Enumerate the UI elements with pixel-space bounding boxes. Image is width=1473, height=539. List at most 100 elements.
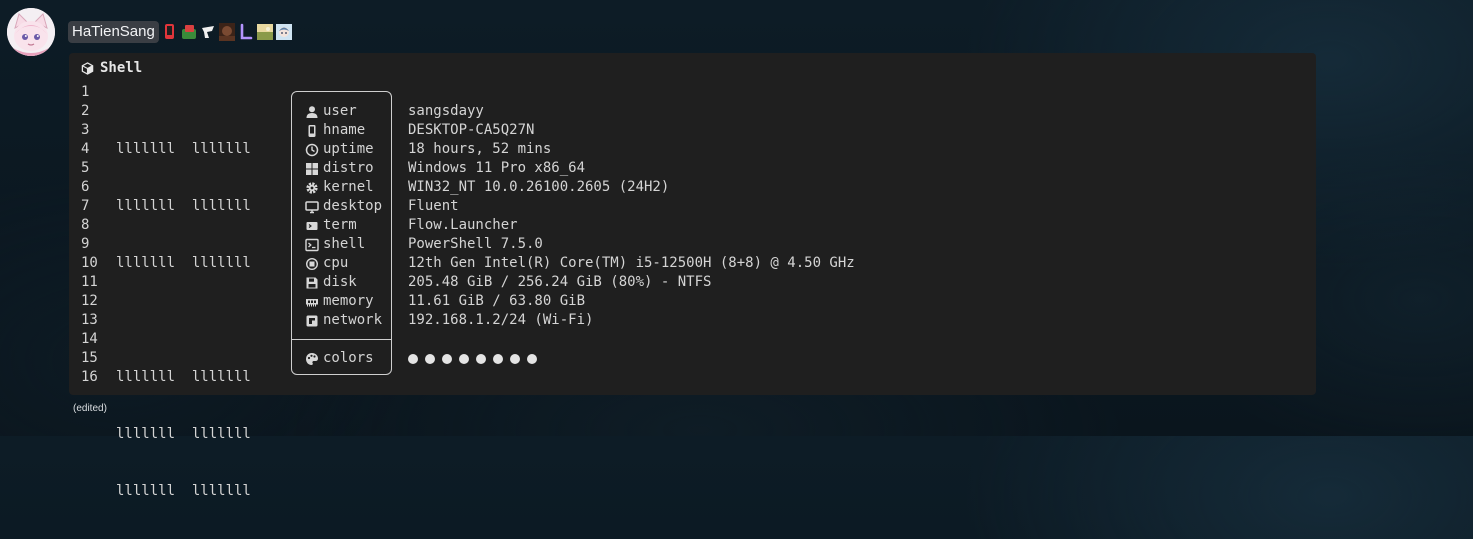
color-dot — [476, 353, 486, 364]
color-dot — [459, 353, 469, 364]
line-number: 11 — [81, 274, 98, 290]
info-value-shell: PowerShell 7.5.0 — [408, 236, 543, 252]
anime-face-badge-icon[interactable] — [275, 23, 292, 41]
logo-line: lllllll lllllll — [116, 141, 251, 157]
terminal-icon — [306, 221, 318, 230]
line-numbers: 1 2 3 4 5 6 7 8 9 10 11 12 13 14 15 16 — [81, 83, 98, 387]
purple-l-badge-icon[interactable] — [238, 23, 254, 41]
gear-icon — [306, 181, 318, 194]
logo-line: lllllll lllllll — [116, 483, 251, 499]
green-red-badge-icon[interactable] — [181, 23, 197, 41]
info-key-uptime: uptime — [305, 140, 382, 159]
logo-line — [116, 311, 251, 330]
line-number: 14 — [81, 331, 98, 347]
red-phone-badge-icon[interactable] — [162, 23, 178, 41]
memory-chip-icon — [306, 298, 318, 306]
info-key-label: network — [323, 312, 383, 328]
ascii-logo: lllllll lllllll lllllll lllllll lllllll … — [116, 102, 251, 539]
floppy-disk-icon — [306, 277, 318, 288]
info-value-desktop: Fluent — [408, 198, 459, 214]
info-key-label: shell — [323, 236, 366, 252]
info-key-hname: hname — [305, 121, 382, 140]
info-values: sangsdayy DESKTOP-CA5Q27N 18 hours, 52 m… — [408, 102, 855, 368]
info-key-memory: memory — [305, 292, 382, 311]
cube-icon — [81, 61, 94, 75]
line-number: 3 — [81, 122, 90, 138]
info-key-label: colors — [323, 350, 374, 366]
info-key-network: network — [305, 311, 382, 330]
info-value-network: 192.168.1.2/24 (Wi-Fi) — [408, 312, 594, 328]
monitor-icon — [305, 200, 319, 213]
user-icon — [306, 105, 318, 118]
info-key-label: cpu — [323, 255, 349, 271]
info-value-spacer — [408, 330, 855, 349]
info-key-desktop: desktop — [305, 197, 382, 216]
phone-icon — [308, 124, 316, 137]
info-key-label: desktop — [323, 198, 383, 214]
info-value-uptime: 18 hours, 52 mins — [408, 141, 552, 157]
clock-icon — [305, 143, 319, 156]
info-key-label: user — [323, 103, 357, 119]
logo-line: lllllll lllllll — [116, 369, 251, 385]
color-dot — [527, 353, 537, 364]
cat-girl-avatar-icon — [7, 8, 55, 56]
info-keys: user hname uptime distro kernel desktop … — [305, 102, 382, 368]
message-header: HaTienSang — [68, 20, 292, 44]
line-number: 5 — [81, 160, 90, 176]
line-number: 13 — [81, 312, 98, 328]
info-key-label: distro — [323, 160, 374, 176]
landscape-badge-icon[interactable] — [256, 23, 273, 41]
code-block[interactable]: Shell 1 2 3 4 5 6 7 8 9 10 11 12 13 14 1… — [69, 53, 1316, 499]
color-dot — [442, 353, 452, 364]
info-key-disk: disk — [305, 273, 382, 292]
line-number: 15 — [81, 350, 98, 366]
info-key-label: hname — [323, 122, 366, 138]
info-value-disk: 205.48 GiB / 256.24 GiB (80%) - NTFS — [408, 274, 712, 290]
color-dots — [408, 349, 855, 368]
info-key-kernel: kernel — [305, 178, 382, 197]
line-number: 7 — [81, 198, 90, 214]
line-number: 6 — [81, 179, 90, 195]
logo-line: lllllll lllllll — [116, 198, 251, 214]
code-language-header: Shell — [81, 60, 142, 76]
info-key-distro: distro — [305, 159, 382, 178]
info-key-colors: colors — [305, 349, 382, 368]
info-value-term: Flow.Launcher — [408, 217, 518, 233]
info-value-memory: 11.61 GiB / 63.80 GiB — [408, 293, 586, 309]
info-value-kernel: WIN32_NT 10.0.26100.2605 (24H2) — [408, 179, 670, 195]
info-key-cpu: cpu — [305, 254, 382, 273]
info-key-label: memory — [323, 293, 374, 309]
line-number: 4 — [81, 141, 90, 157]
cpu-icon — [305, 257, 319, 270]
info-key-spacer — [305, 330, 382, 349]
username[interactable]: HaTienSang — [68, 21, 159, 43]
color-dot — [425, 353, 435, 364]
line-number: 12 — [81, 293, 98, 309]
logo-line: lllllll lllllll — [116, 426, 251, 442]
line-number: 1 — [81, 84, 90, 100]
info-key-label: uptime — [323, 141, 374, 157]
portrait-badge-icon[interactable] — [218, 23, 235, 41]
line-number: 9 — [81, 236, 90, 252]
line-number: 8 — [81, 217, 90, 233]
info-key-label: disk — [323, 274, 357, 290]
logo-line: lllllll lllllll — [116, 255, 251, 271]
info-key-label: kernel — [323, 179, 374, 195]
info-key-label: term — [323, 217, 357, 233]
color-dot — [493, 353, 503, 364]
info-key-user: user — [305, 102, 382, 121]
shell-prompt-icon — [305, 238, 319, 251]
line-number: 2 — [81, 103, 90, 119]
palette-icon — [306, 352, 318, 365]
info-value-cpu: 12th Gen Intel(R) Core(TM) i5-12500H (8+… — [408, 255, 855, 271]
edited-label: (edited) — [73, 403, 107, 414]
color-dot — [510, 353, 520, 364]
network-icon — [306, 315, 318, 326]
line-number: 16 — [81, 369, 98, 385]
info-key-shell: shell — [305, 235, 382, 254]
avatar[interactable] — [7, 8, 55, 56]
info-value-hname: DESKTOP-CA5Q27N — [408, 122, 535, 138]
info-value-user: sangsdayy — [408, 103, 484, 119]
line-number: 10 — [81, 255, 98, 271]
black-white-badge-icon[interactable] — [200, 23, 216, 41]
